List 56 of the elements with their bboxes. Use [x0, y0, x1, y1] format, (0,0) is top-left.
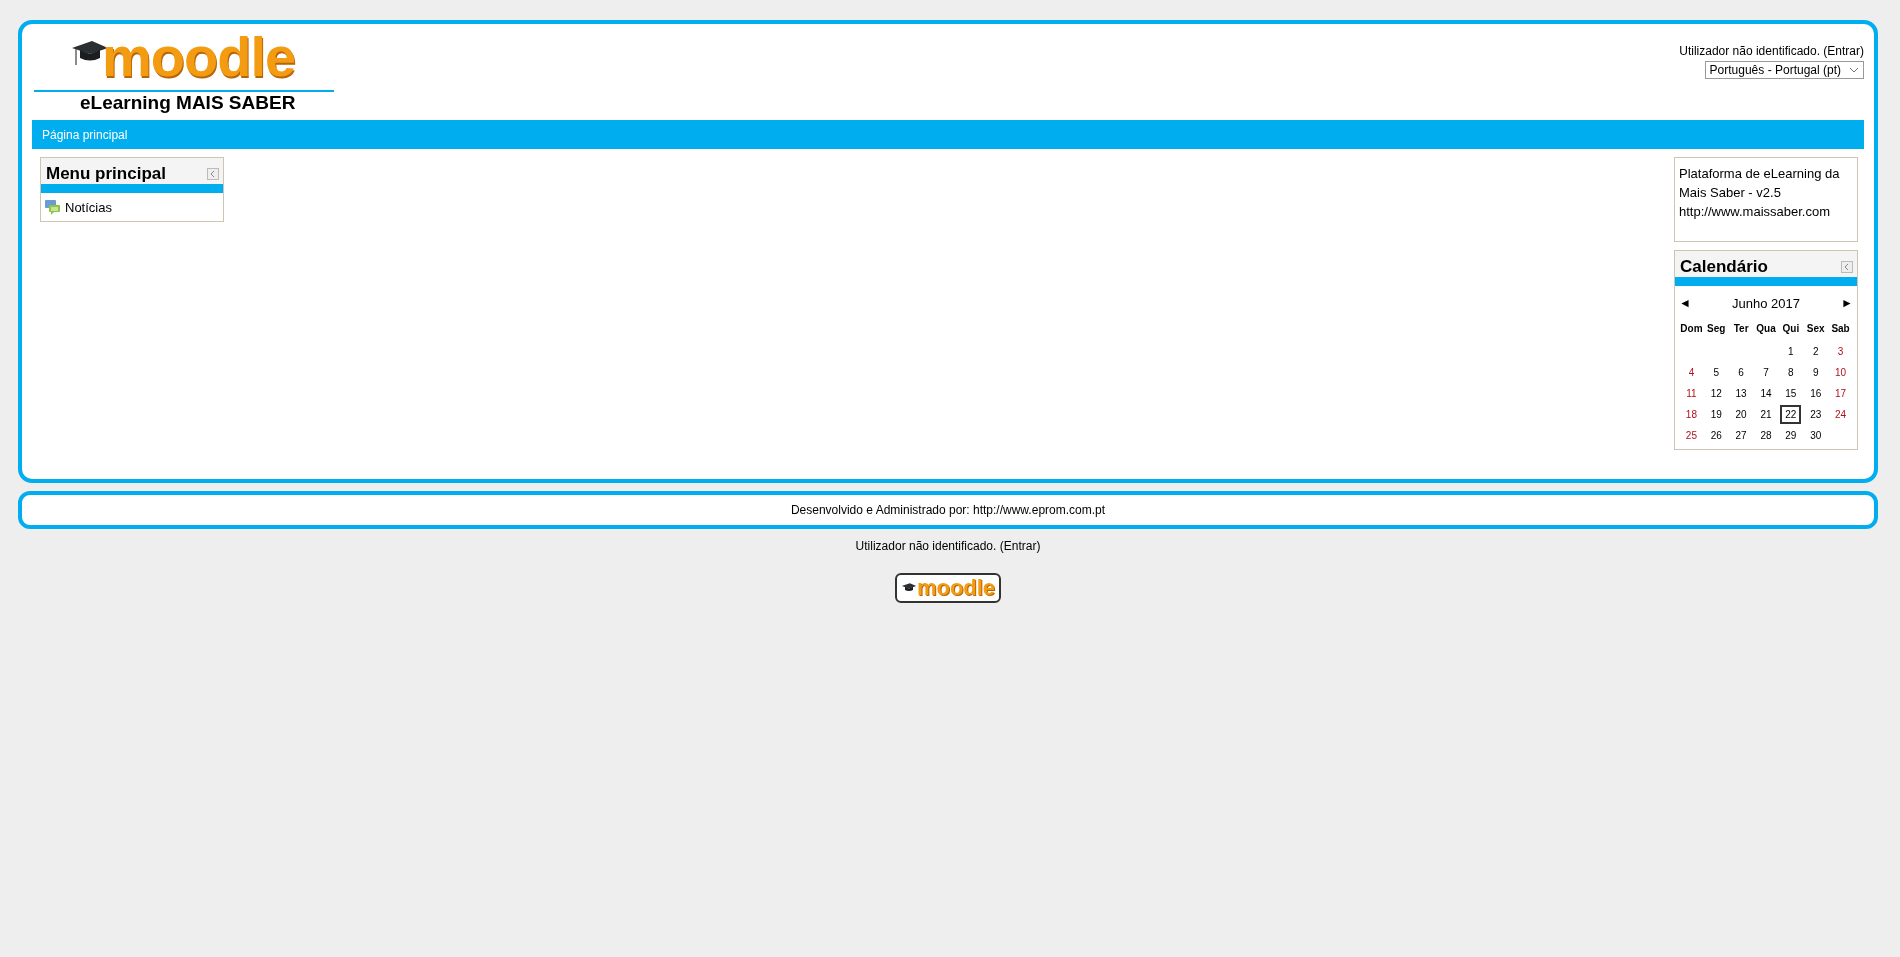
calendar-day: 27: [1730, 426, 1752, 445]
today-day: 22: [1780, 405, 1802, 424]
block-title: Menu principal: [46, 164, 166, 184]
calendar-day: 10: [1830, 363, 1852, 382]
calendar-day: 7: [1758, 363, 1774, 382]
calendar-day: 24: [1830, 405, 1852, 424]
calendar-day: 13: [1730, 384, 1752, 403]
calendar-day: 28: [1755, 426, 1777, 445]
calendar-day: 5: [1708, 363, 1725, 382]
weekday-label: Sex: [1805, 323, 1826, 334]
login-link[interactable]: (Entrar): [999, 539, 1041, 553]
login-status-text: Utilizador não identificado.: [1679, 44, 1820, 58]
weekday-label: Qui: [1781, 323, 1801, 334]
calendar-day: 29: [1780, 426, 1802, 445]
calendar-day: 11: [1681, 384, 1702, 403]
calendar-day: 2: [1807, 342, 1824, 361]
dock-icon[interactable]: [207, 168, 219, 180]
previous-month-link[interactable]: ◄: [1679, 296, 1691, 311]
weekday-label: Seg: [1706, 323, 1727, 334]
block-title: Calendário: [1680, 257, 1768, 277]
calendar-day: 15: [1780, 384, 1802, 403]
calendar-day: 30: [1805, 426, 1827, 445]
calendar-day: 16: [1805, 384, 1827, 403]
weekday-label: Qua: [1755, 323, 1777, 334]
login-status-text: Utilizador não identificado.: [855, 539, 997, 553]
calendar-day: 26: [1705, 426, 1727, 445]
menu-item[interactable]: Notícias: [65, 200, 112, 215]
calendar-day: 23: [1805, 405, 1827, 424]
dock-icon[interactable]: [1841, 261, 1853, 273]
next-month-link[interactable]: ►: [1841, 296, 1853, 311]
calendar-day: 9: [1807, 363, 1824, 382]
logo-subtitle: eLearning MAIS SABER: [79, 92, 297, 114]
calendar-day: 25: [1680, 426, 1702, 445]
login-link[interactable]: (Entrar): [1823, 44, 1864, 58]
calendar-day: 4: [1683, 363, 1700, 382]
calendar-day: 8: [1783, 363, 1799, 382]
weekday-label: Sab: [1830, 323, 1851, 334]
logo-wordmark: moodle: [102, 32, 296, 82]
calendar-day: 18: [1680, 405, 1702, 424]
language-select[interactable]: Português - Portugal (pt): [1704, 61, 1864, 79]
calendar-day: 3: [1832, 342, 1849, 361]
chevron-down-icon: [1849, 67, 1859, 73]
weekday-label: Dom: [1679, 323, 1704, 334]
calendar-day: 14: [1755, 384, 1777, 403]
calendar-day: 1: [1783, 342, 1799, 361]
weekday-label: Ter: [1732, 323, 1750, 334]
about-text: http://www.maissaber.com: [1679, 203, 1831, 221]
calendar-day: 6: [1733, 363, 1749, 382]
calendar-day: 12: [1705, 384, 1727, 403]
calendar-day: 19: [1705, 405, 1727, 424]
month-title: Junho 2017: [1732, 296, 1800, 311]
chat-bubbles-icon: [45, 200, 61, 215]
calendar-day: 17: [1830, 384, 1852, 403]
calendar-day: 20: [1730, 405, 1752, 424]
footer-credit: Desenvolvido e Administrado por: http://www.eprom.com.pt: [790, 503, 1106, 517]
calendar-day: 21: [1755, 405, 1777, 424]
